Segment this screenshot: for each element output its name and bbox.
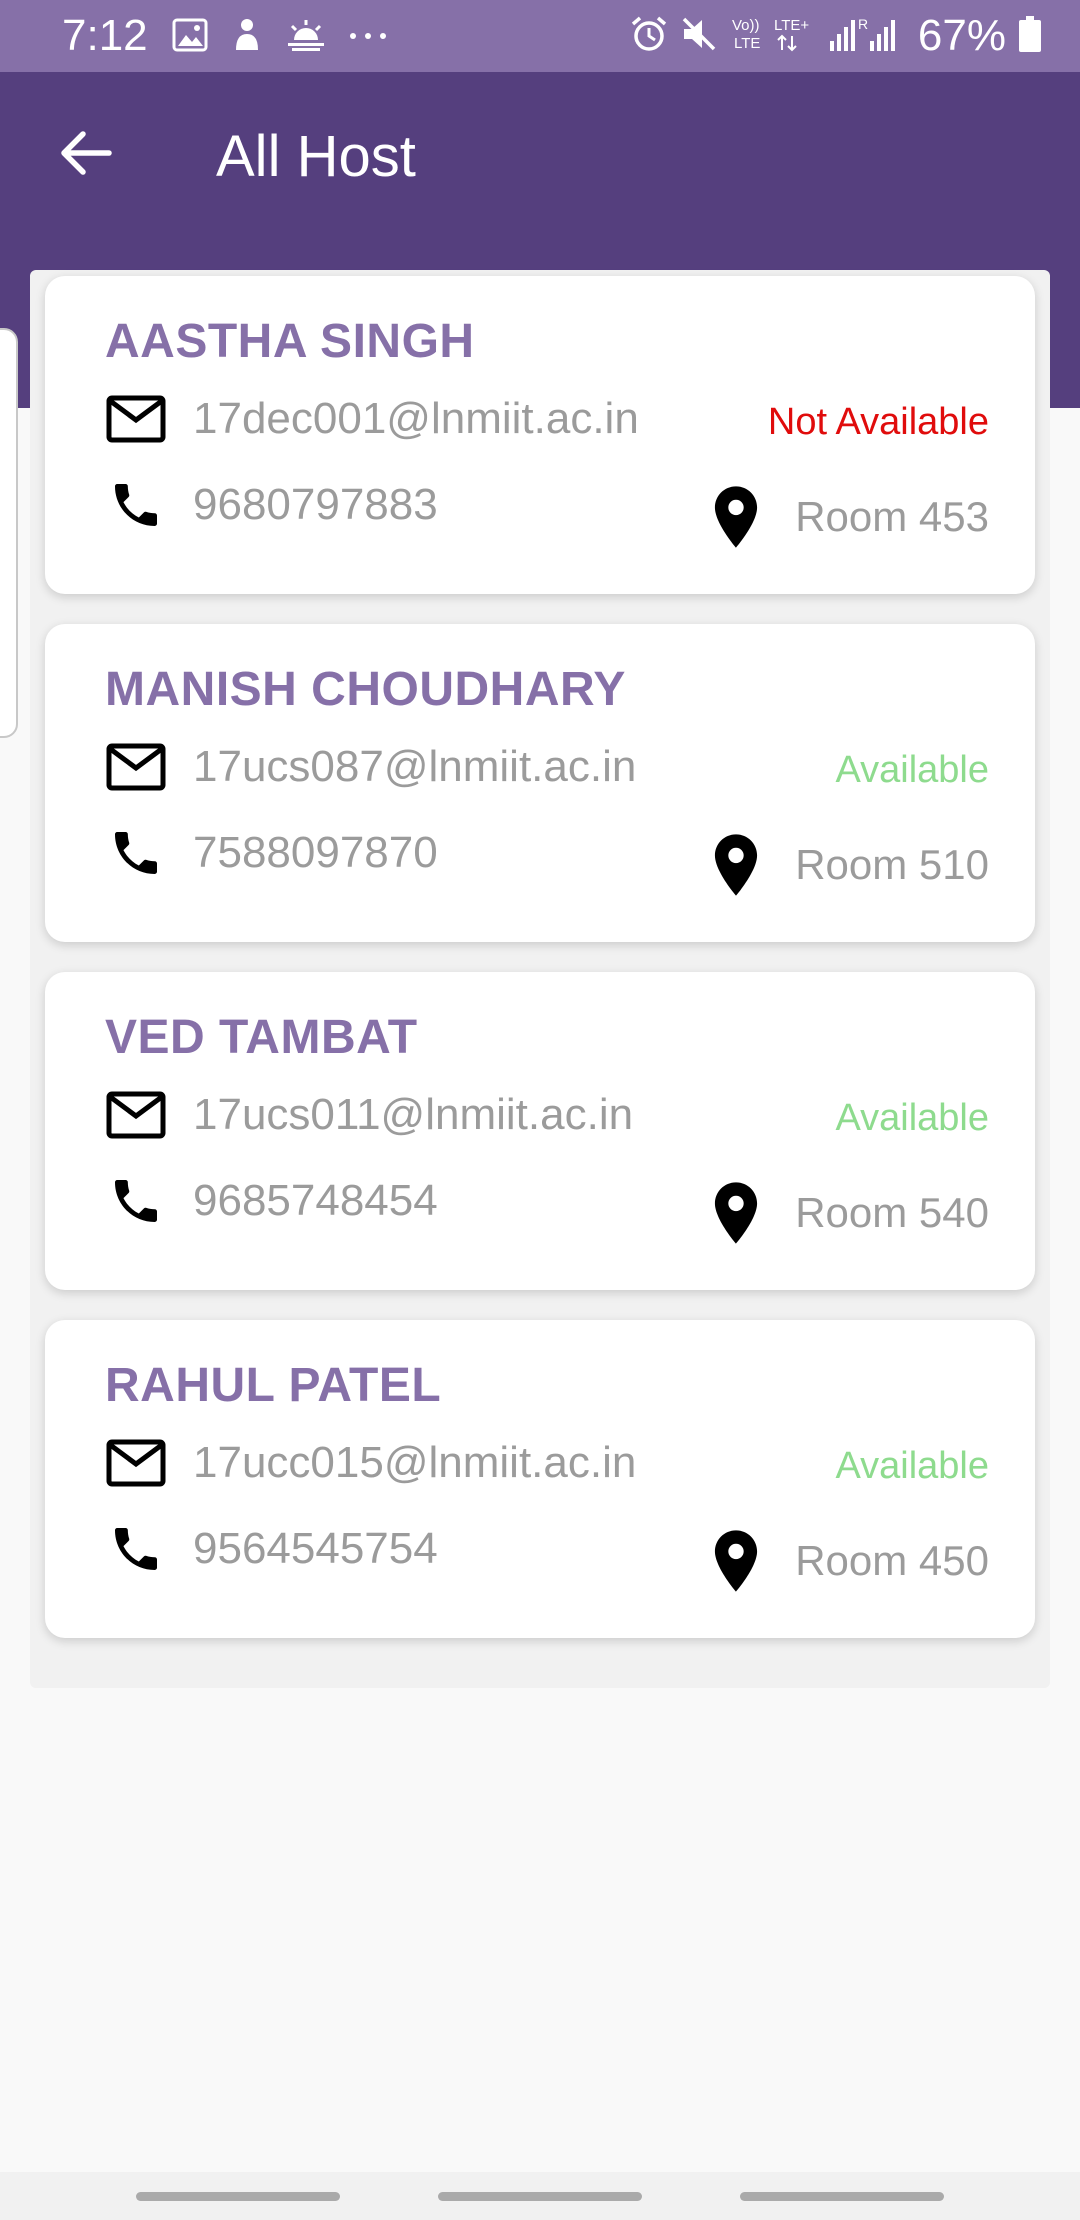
status-right-icons: Vo)) LTE LTE+ R 67% bbox=[630, 10, 1042, 62]
status-time: 7:12 bbox=[62, 11, 148, 60]
host-phone-row: 9564545754 bbox=[105, 1516, 438, 1582]
host-room: Room 453 bbox=[711, 484, 989, 550]
host-name: AASTHA SINGH bbox=[105, 315, 475, 368]
svg-text:R: R bbox=[858, 16, 868, 32]
system-back-button[interactable] bbox=[740, 2192, 944, 2201]
host-card[interactable]: MANISH CHOUDHARY 17ucs087@lnmiit.ac.in 7… bbox=[45, 624, 1035, 942]
location-pin-icon bbox=[711, 484, 761, 550]
status-left-icons bbox=[172, 18, 388, 56]
image-icon bbox=[172, 18, 208, 57]
host-room-label: Room 540 bbox=[795, 1189, 989, 1236]
volte-icon: Vo)) LTE LTE+ bbox=[730, 14, 816, 59]
signal-icon: R bbox=[828, 15, 906, 58]
host-card[interactable]: VED TAMBAT 17ucs011@lnmiit.ac.in 9685748… bbox=[45, 972, 1035, 1290]
page-title: All Host bbox=[216, 124, 416, 189]
host-room-label: Room 453 bbox=[795, 493, 989, 540]
location-pin-icon bbox=[711, 1528, 761, 1594]
mail-icon bbox=[105, 736, 167, 798]
mail-icon bbox=[105, 1084, 167, 1146]
status-bar: 7:12 Vo)) LTE LTE+ R 67% bbox=[0, 0, 1080, 72]
host-name: RAHUL PATEL bbox=[105, 1359, 442, 1412]
host-phone-row: 9680797883 bbox=[105, 472, 438, 538]
host-room-label: Room 510 bbox=[795, 841, 989, 888]
host-status-badge: Available bbox=[835, 1445, 989, 1487]
host-card[interactable]: AASTHA SINGH 17dec001@lnmiit.ac.in 96807… bbox=[45, 276, 1035, 594]
host-phone-row: 9685748454 bbox=[105, 1168, 438, 1234]
host-status-badge: Available bbox=[835, 1097, 989, 1139]
host-email-row: 17dec001@lnmiit.ac.in bbox=[105, 386, 639, 452]
host-email-row: 17ucs087@lnmiit.ac.in bbox=[105, 734, 636, 800]
battery-icon bbox=[1018, 15, 1042, 58]
location-pin-icon bbox=[711, 1180, 761, 1246]
phone-icon bbox=[105, 1170, 167, 1232]
host-room-label: Room 450 bbox=[795, 1537, 989, 1584]
host-room: Room 510 bbox=[711, 832, 989, 898]
host-card[interactable]: RAHUL PATEL 17ucc015@lnmiit.ac.in 956454… bbox=[45, 1320, 1035, 1638]
host-phone-row: 7588097870 bbox=[105, 820, 438, 886]
mail-icon bbox=[105, 388, 167, 450]
phone-icon bbox=[105, 822, 167, 884]
side-drawer-edge[interactable] bbox=[0, 328, 18, 738]
battery-percent: 67% bbox=[917, 11, 1006, 60]
mail-icon bbox=[105, 1432, 167, 1494]
location-pin-icon bbox=[711, 832, 761, 898]
host-name: MANISH CHOUDHARY bbox=[105, 663, 626, 716]
host-email-row: 17ucs011@lnmiit.ac.in bbox=[105, 1082, 633, 1148]
host-email-row: 17ucc015@lnmiit.ac.in bbox=[105, 1430, 636, 1496]
phone-icon bbox=[105, 474, 167, 536]
host-phone[interactable]: 9685748454 bbox=[193, 1175, 438, 1227]
svg-text:LTE+: LTE+ bbox=[774, 17, 809, 34]
host-email[interactable]: 17ucs011@lnmiit.ac.in bbox=[193, 1089, 633, 1141]
recent-apps-button[interactable] bbox=[136, 2192, 340, 2201]
back-button[interactable] bbox=[50, 118, 120, 188]
host-phone[interactable]: 7588097870 bbox=[193, 827, 438, 879]
host-room: Room 450 bbox=[711, 1528, 989, 1594]
host-phone[interactable]: 9680797883 bbox=[193, 479, 438, 531]
svg-text:Vo)): Vo)) bbox=[732, 17, 760, 34]
host-email[interactable]: 17ucs087@lnmiit.ac.in bbox=[193, 741, 636, 793]
host-status-badge: Available bbox=[835, 749, 989, 791]
host-email[interactable]: 17ucc015@lnmiit.ac.in bbox=[193, 1437, 636, 1489]
host-status-badge: Not Available bbox=[767, 401, 989, 443]
back-arrow-icon bbox=[61, 131, 112, 175]
host-phone[interactable]: 9564545754 bbox=[193, 1523, 438, 1575]
host-name: VED TAMBAT bbox=[105, 1011, 418, 1064]
notification-icon bbox=[230, 16, 264, 59]
host-email[interactable]: 17dec001@lnmiit.ac.in bbox=[193, 393, 639, 445]
svg-text:LTE: LTE bbox=[734, 35, 760, 52]
system-nav-bar bbox=[0, 2172, 1080, 2220]
mute-icon bbox=[680, 15, 718, 58]
phone-icon bbox=[105, 1518, 167, 1580]
weather-icon bbox=[286, 18, 326, 57]
home-button[interactable] bbox=[438, 2192, 642, 2201]
host-room: Room 540 bbox=[711, 1180, 989, 1246]
alarm-icon bbox=[630, 15, 668, 58]
more-icon bbox=[348, 28, 388, 46]
